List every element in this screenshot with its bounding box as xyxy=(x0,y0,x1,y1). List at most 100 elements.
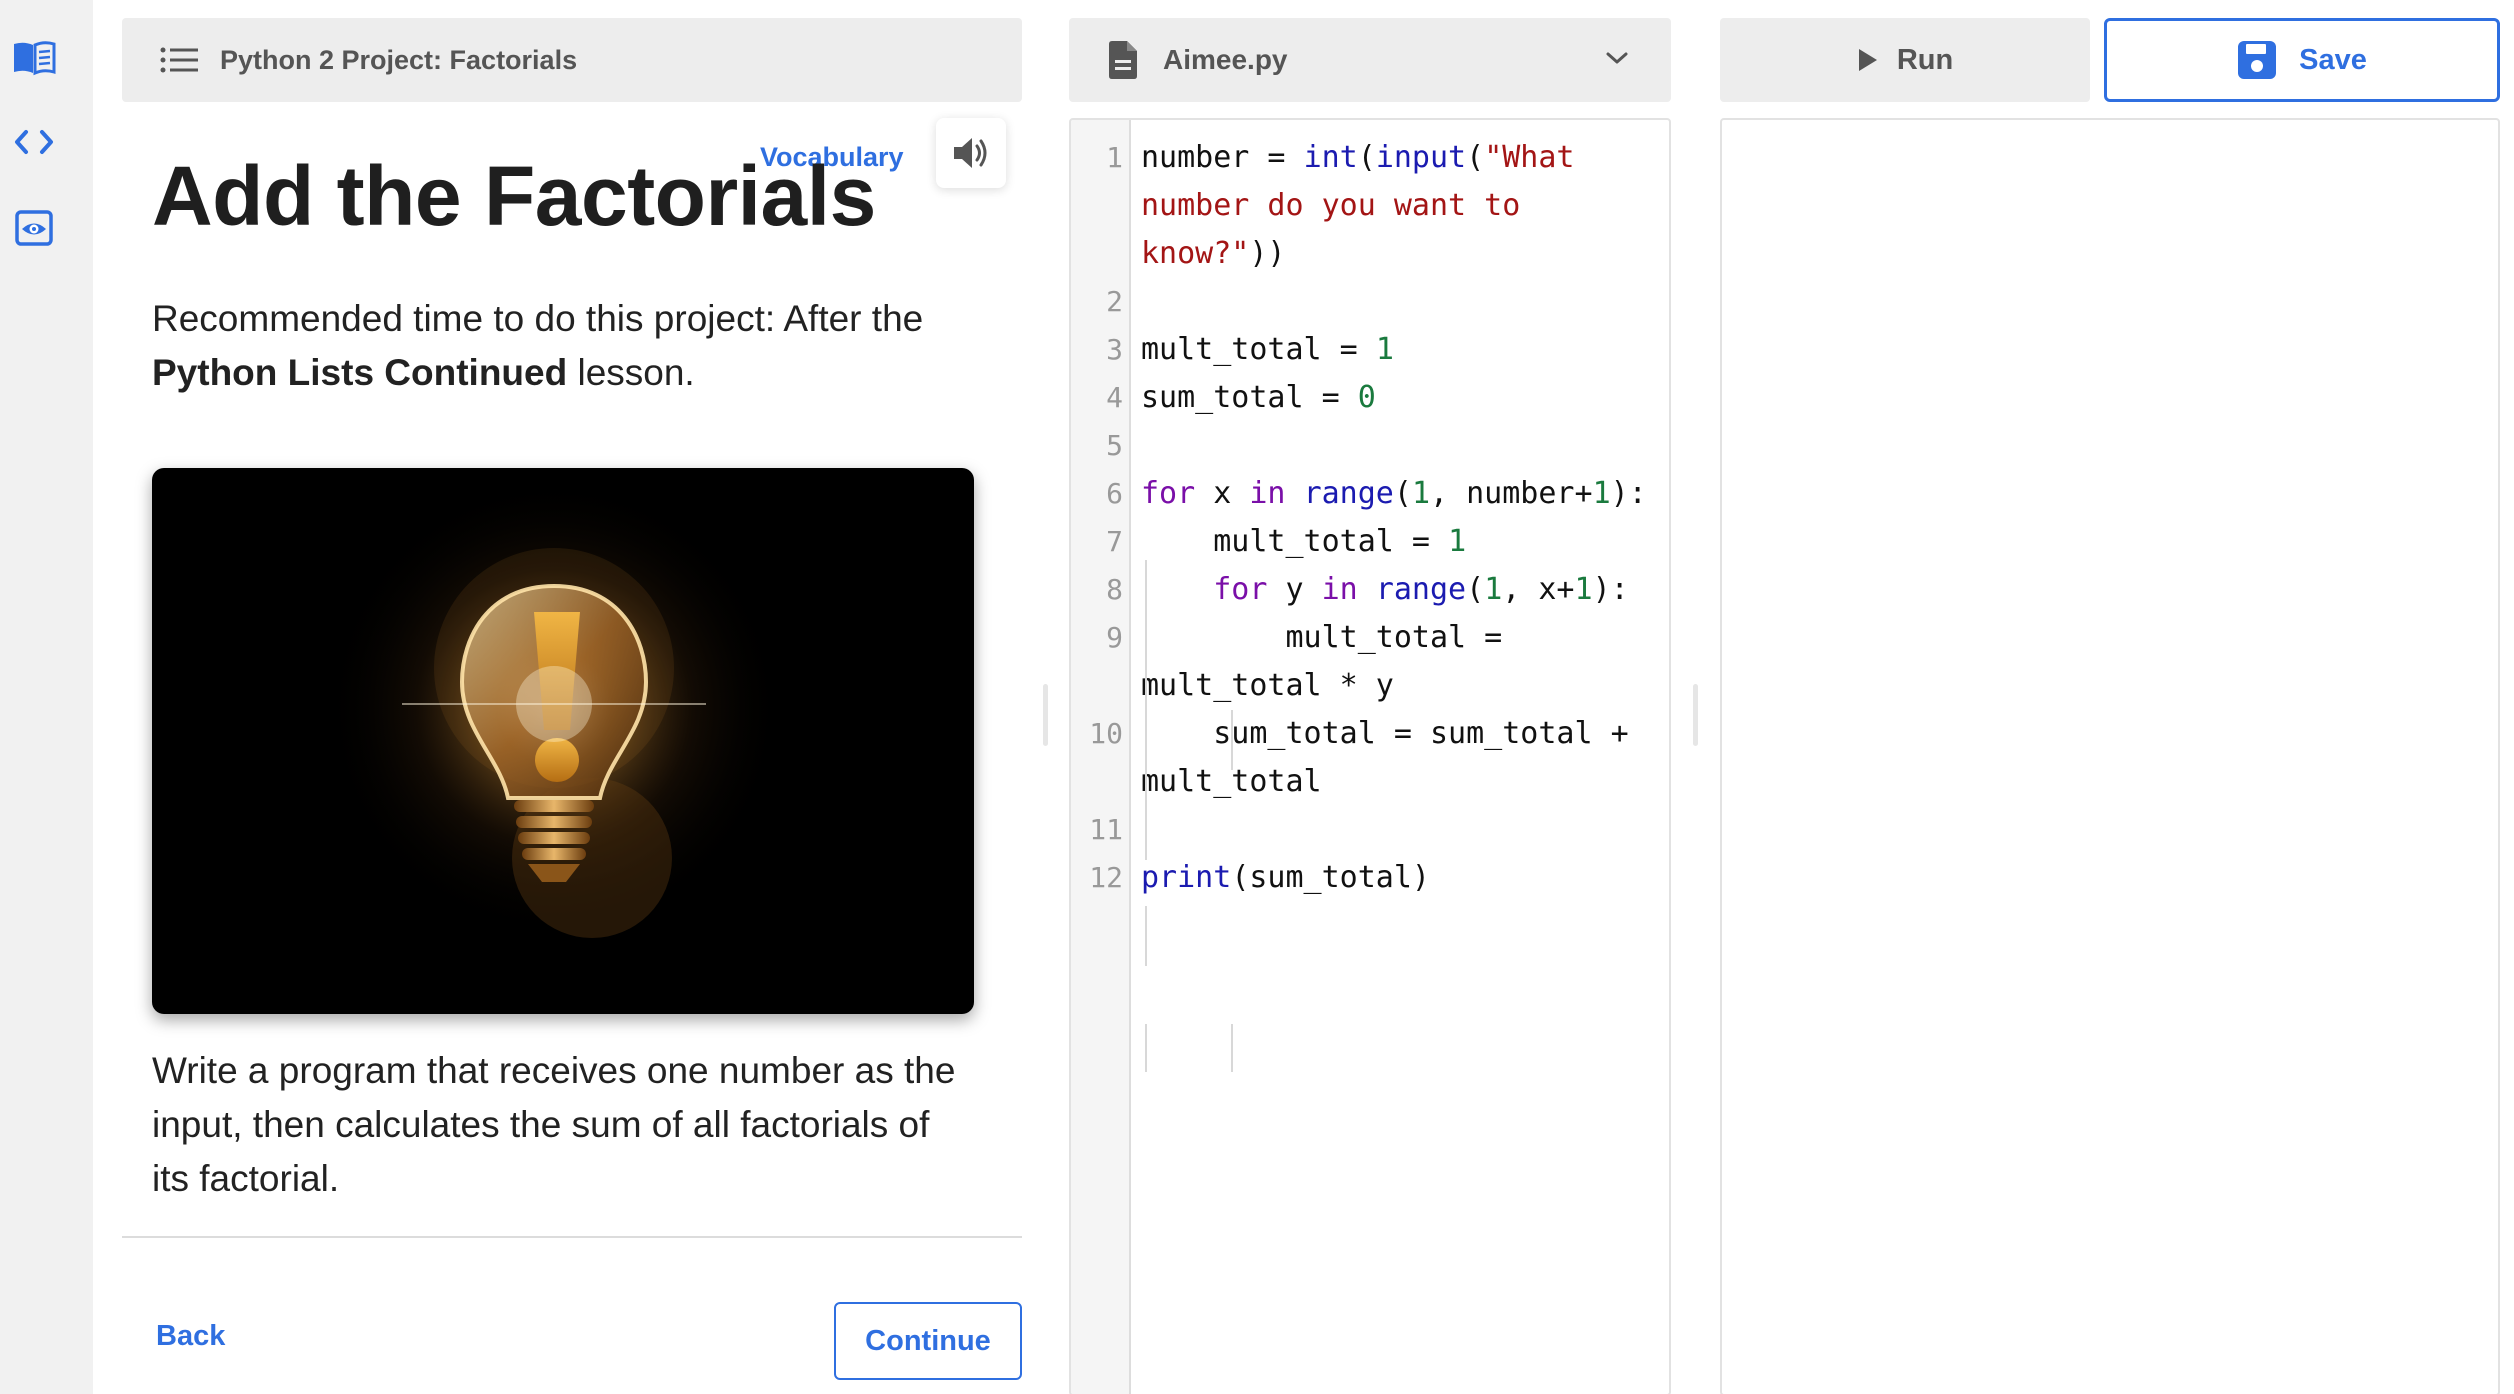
code-text[interactable]: sum_total = sum_total + mult_total xyxy=(1141,710,1663,806)
code-text[interactable]: for x in range(1, number+1): xyxy=(1141,470,1663,518)
code-token: 1 xyxy=(1484,572,1503,607)
line-number: 11 xyxy=(1089,813,1123,846)
code-line[interactable]: 10 sum_total = sum_total + mult_total xyxy=(1071,710,1669,806)
lightbulb-exclamation-image xyxy=(152,468,974,1014)
line-number: 8 xyxy=(1106,573,1123,606)
code-token: ( xyxy=(1466,572,1485,607)
code-token: )) xyxy=(1249,236,1286,271)
code-token: in xyxy=(1249,476,1286,511)
code-text[interactable]: mult_total = 1 xyxy=(1141,518,1663,566)
code-token: ( xyxy=(1357,140,1376,175)
indent-guide xyxy=(1145,560,1147,860)
menu-list-icon[interactable] xyxy=(160,47,198,73)
line-number: 9 xyxy=(1106,621,1123,654)
indent-guide xyxy=(1145,906,1147,966)
code-line[interactable]: 1 number = int(input("What number do you … xyxy=(1071,134,1669,278)
code-icon[interactable] xyxy=(10,118,58,166)
code-token: sum_total = xyxy=(1141,380,1358,415)
left-split-handle[interactable] xyxy=(1043,684,1048,746)
run-button[interactable]: Run xyxy=(1720,18,2090,102)
code-line[interactable]: 8 for y in range(1, x+1): xyxy=(1071,566,1669,614)
code-token: input xyxy=(1375,140,1467,175)
code-text[interactable]: mult_total = mult_total * y xyxy=(1141,614,1663,710)
code-token: in xyxy=(1321,572,1358,607)
code-token: y xyxy=(1267,572,1322,607)
code-line[interactable]: 7 mult_total = 1 xyxy=(1071,518,1669,566)
code-token: mult_total = mult_total * y xyxy=(1141,620,1521,703)
indent-guide xyxy=(1145,1024,1147,1072)
right-split-handle[interactable] xyxy=(1693,684,1698,746)
continue-button[interactable]: Continue xyxy=(834,1302,1022,1380)
code-token: 1 xyxy=(1411,476,1430,511)
code-line[interactable]: 11 xyxy=(1071,806,1669,854)
intro-lesson-name: Python Lists Continued xyxy=(152,352,568,393)
code-token: range xyxy=(1375,572,1467,607)
code-token: 1 xyxy=(1375,332,1394,367)
lesson-title: Add the Factorials xyxy=(152,149,876,243)
chevron-down-icon xyxy=(1605,50,1629,66)
code-lines[interactable]: 1 number = int(input("What number do you … xyxy=(1071,134,1669,902)
code-token: x xyxy=(1195,476,1250,511)
code-text[interactable] xyxy=(1141,806,1663,854)
line-number: 4 xyxy=(1106,381,1123,414)
intro-suffix: lesson. xyxy=(567,352,695,393)
code-text[interactable]: number = int(input("What number do you w… xyxy=(1141,134,1663,278)
run-label: Run xyxy=(1896,43,1954,76)
code-token: mult_total = xyxy=(1141,524,1449,559)
line-number: 5 xyxy=(1106,429,1123,462)
code-text[interactable] xyxy=(1141,278,1663,326)
code-line[interactable]: 5 xyxy=(1071,422,1669,470)
line-number: 7 xyxy=(1106,525,1123,558)
code-token: mult_total = xyxy=(1141,332,1376,367)
code-text[interactable]: for y in range(1, x+1): xyxy=(1141,566,1663,614)
save-button[interactable]: Save xyxy=(2104,18,2500,102)
code-token: , x+ xyxy=(1502,572,1575,607)
code-token: ): xyxy=(1592,572,1629,607)
back-button[interactable]: Back xyxy=(156,1320,225,1353)
code-token: int xyxy=(1303,140,1358,175)
lesson-header: Python 2 Project: Factorials xyxy=(122,18,1022,102)
code-token: 1 xyxy=(1448,524,1467,559)
code-token: sum_total = sum_total + mult_total xyxy=(1141,716,1647,799)
indent-guide xyxy=(1231,1024,1233,1072)
code-token: , number+ xyxy=(1430,476,1593,511)
code-line[interactable]: 9 mult_total = mult_total * y xyxy=(1071,614,1669,710)
code-line[interactable]: 2 xyxy=(1071,278,1669,326)
code-line[interactable]: 3 mult_total = 1 xyxy=(1071,326,1669,374)
output-pane[interactable] xyxy=(1720,118,2500,1394)
code-line[interactable]: 4 sum_total = 0 xyxy=(1071,374,1669,422)
lesson-panel: Python 2 Project: Factorials Vocabulary … xyxy=(122,0,1022,1394)
recommended-time-text: Recommended time to do this project: Aft… xyxy=(152,292,982,400)
file-selector[interactable]: Aimee.py xyxy=(1069,18,1671,102)
code-text[interactable]: print(sum_total) xyxy=(1141,854,1663,902)
code-token: number = xyxy=(1141,140,1304,175)
audio-button[interactable] xyxy=(936,118,1006,188)
divider xyxy=(122,1236,1022,1238)
floppy-save-icon xyxy=(2237,40,2277,80)
side-rail xyxy=(0,0,93,1394)
indent-guide xyxy=(1231,710,1233,770)
code-text[interactable]: mult_total = 1 xyxy=(1141,326,1663,374)
lesson-book-icon[interactable] xyxy=(10,34,58,82)
speaker-icon xyxy=(951,135,991,171)
code-line[interactable]: 6 for x in range(1, number+1): xyxy=(1071,470,1669,518)
preview-eye-icon[interactable] xyxy=(10,204,58,252)
code-token: for xyxy=(1141,476,1196,511)
code-token: 1 xyxy=(1574,572,1593,607)
code-line[interactable]: 12 print(sum_total) xyxy=(1071,854,1669,902)
breadcrumb: Python 2 Project: Factorials xyxy=(220,44,578,75)
code-token: range xyxy=(1303,476,1394,511)
line-number: 2 xyxy=(1106,285,1123,318)
code-editor[interactable]: 1 number = int(input("What number do you … xyxy=(1069,118,1671,1394)
line-number: 3 xyxy=(1106,333,1123,366)
line-number: 1 xyxy=(1106,141,1123,174)
code-token: 0 xyxy=(1357,380,1376,415)
intro-prefix: Recommended time to do this project: Aft… xyxy=(152,298,924,339)
line-number: 12 xyxy=(1089,861,1123,894)
code-text[interactable]: sum_total = 0 xyxy=(1141,374,1663,422)
code-text[interactable] xyxy=(1141,422,1663,470)
task-description: Write a program that receives one number… xyxy=(152,1050,956,1199)
line-number: 6 xyxy=(1106,477,1123,510)
